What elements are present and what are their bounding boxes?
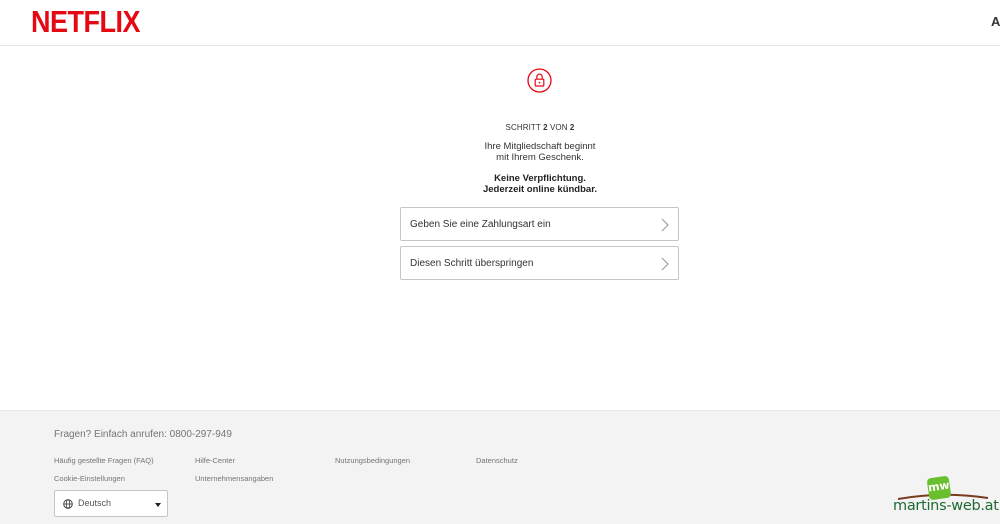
watermark-badge: mw <box>926 475 952 501</box>
step-indicator: SCHRITT 2 VON 2 <box>505 123 575 132</box>
note-line-2: Jederzeit online kündbar. <box>482 183 598 195</box>
main-content: SCHRITT 2 VON 2 Ihre Mitgliedschaft begi… <box>0 46 1000 410</box>
lead-line-1: Ihre Mitgliedschaft beginnt <box>484 141 596 152</box>
header-right-link[interactable]: A <box>991 14 1000 29</box>
chevron-right-icon <box>661 218 669 232</box>
contact-phone-text[interactable]: Fragen? Einfach anrufen: 0800-297-949 <box>54 429 232 440</box>
option-label: Geben Sie eine Zahlungsart ein <box>410 219 551 230</box>
footer-link-faq[interactable]: Häufig gestellte Fragen (FAQ) <box>54 456 154 465</box>
lock-icon <box>527 68 552 93</box>
footer-link-cookie-settings[interactable]: Cookie-Einstellungen <box>54 474 125 483</box>
globe-icon <box>63 499 73 509</box>
language-select[interactable]: Deutsch <box>54 490 168 517</box>
watermark: mw martins-web.at <box>890 475 1000 523</box>
caret-down-icon <box>155 503 161 507</box>
footer-link-terms[interactable]: Nutzungsbedingungen <box>335 456 410 465</box>
footer-link-privacy[interactable]: Datenschutz <box>476 456 518 465</box>
enter-payment-method-option[interactable]: Geben Sie eine Zahlungsart ein <box>400 207 679 241</box>
footer-link-help-center[interactable]: Hilfe-Center <box>195 456 235 465</box>
chevron-right-icon <box>661 257 669 271</box>
language-select-value: Deutsch <box>78 498 112 508</box>
lead-line-2: mit Ihrem Geschenk. <box>496 151 584 163</box>
skip-step-option[interactable]: Diesen Schritt überspringen <box>400 246 679 280</box>
footer-link-company-info[interactable]: Unternehmensangaben <box>195 474 273 483</box>
footer: Fragen? Einfach anrufen: 0800-297-949 Hä… <box>0 410 1000 524</box>
watermark-text: martins-web.at <box>893 498 999 514</box>
option-label: Diesen Schritt überspringen <box>410 258 534 269</box>
no-commitment-note: Keine Verpflichtung. Jederzeit online kü… <box>0 173 1000 195</box>
header: NETFLIX A <box>0 0 1000 46</box>
note-line-1: Keine Verpflichtung. <box>494 173 586 184</box>
netflix-logo[interactable]: NETFLIX <box>31 5 141 40</box>
membership-lead-text: Ihre Mitgliedschaft beginnt mit Ihrem Ge… <box>0 141 1000 163</box>
